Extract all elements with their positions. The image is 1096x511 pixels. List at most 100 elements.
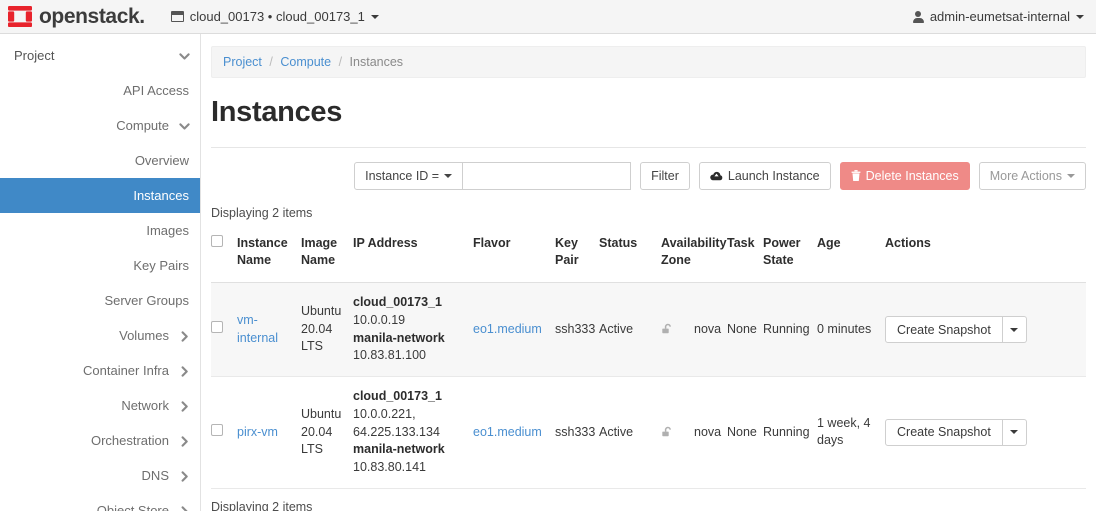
user-menu[interactable]: admin-eumetsat-internal (912, 9, 1084, 24)
create-snapshot-button[interactable]: Create Snapshot (885, 316, 1003, 343)
more-actions-label: More Actions (989, 169, 1062, 183)
delete-instances-button[interactable]: Delete Instances (839, 162, 970, 190)
sidebar-item-label: Container Infra (83, 363, 169, 378)
row-checkbox[interactable] (211, 320, 223, 333)
select-all-header (211, 229, 237, 283)
main-content: Project / Compute / Instances Instances … (201, 34, 1096, 511)
header-ip-address[interactable]: IP Address (353, 229, 473, 283)
ip-network-1-name: cloud_00173_1 (353, 389, 442, 403)
header-task[interactable]: Task (727, 229, 763, 283)
cell-key-pair: ssh333 (555, 282, 599, 377)
cell-age: 1 week, 4 days (817, 376, 885, 489)
header-power-state[interactable]: Power State (763, 229, 817, 283)
cell-age: 0 minutes (817, 282, 885, 377)
openstack-brand[interactable]: openstack. (8, 6, 145, 27)
instances-table: Instance Name Image Name IP Address Flav… (211, 229, 1086, 489)
header-key-pair[interactable]: Key Pair (555, 229, 599, 283)
cell-power-state: Running (763, 376, 817, 489)
table-row[interactable]: vm-internal Ubuntu 20.04 LTS cloud_00173_1… (211, 282, 1086, 377)
ip-network-2-address: 10.83.81.100 (353, 348, 426, 363)
chevron-down-icon (1010, 430, 1019, 435)
table-row[interactable]: pirx-vm Ubuntu 20.04 LTS cloud_00173_1 10.0… (211, 376, 1086, 489)
chevron-down-icon (179, 51, 190, 61)
sidebar-item-label: Instances (133, 188, 189, 203)
filter-field-label: Instance ID = (365, 169, 440, 183)
unlock-icon (661, 323, 674, 336)
instances-table-container: Displaying 2 items Instance Name Image N… (211, 206, 1086, 511)
breadcrumb-separator: / (338, 55, 343, 69)
select-all-checkbox[interactable] (211, 235, 223, 247)
sidebar-item-network[interactable]: Network (0, 388, 200, 423)
sidebar-item-images[interactable]: Images (0, 213, 200, 248)
row-actions-dropdown-toggle[interactable] (1002, 316, 1027, 343)
sidebar-item-key-pairs[interactable]: Key Pairs (0, 248, 200, 283)
sidebar-item-container-infra[interactable]: Container Infra (0, 353, 200, 388)
header-status[interactable]: Status (599, 229, 661, 283)
cell-lock-state (661, 282, 694, 377)
sidebar-item-orchestration[interactable]: Orchestration (0, 423, 200, 458)
cell-image-name: Ubuntu 20.04 LTS (301, 282, 353, 377)
cell-task: None (727, 376, 763, 489)
row-action-group: Create Snapshot (885, 418, 1027, 446)
chevron-right-icon (179, 365, 189, 377)
create-snapshot-button[interactable]: Create Snapshot (885, 418, 1003, 446)
sidebar-item-project[interactable]: Project (0, 38, 200, 73)
header-availability-zone[interactable]: Availability Zone (661, 229, 727, 283)
sidebar-item-compute[interactable]: Compute (0, 108, 200, 143)
title-divider (211, 147, 1086, 148)
flavor-link[interactable]: eo1.medium (473, 322, 542, 336)
chevron-down-icon (370, 14, 379, 19)
flavor-link[interactable]: eo1.medium (473, 425, 542, 439)
cell-ip-address: cloud_00173_1 10.0.0.19 manila-network 10.8… (353, 282, 473, 377)
table-body: vm-internal Ubuntu 20.04 LTS cloud_00173_1… (211, 282, 1086, 489)
sidebar-item-object-store[interactable]: Object Store (0, 493, 200, 511)
sidebar-item-api-access[interactable]: API Access (0, 73, 200, 108)
sidebar-item-label: Server Groups (104, 293, 189, 308)
more-actions-button[interactable]: More Actions (978, 162, 1086, 190)
cell-actions: Create Snapshot (885, 282, 1086, 377)
header-age[interactable]: Age (817, 229, 885, 283)
chevron-down-icon (1067, 174, 1075, 178)
row-actions-dropdown-toggle[interactable] (1002, 418, 1027, 446)
breadcrumb-item-project[interactable]: Project (223, 55, 262, 69)
instance-name-link[interactable]: vm-internal (237, 313, 278, 345)
unlock-icon (661, 426, 674, 439)
breadcrumb-item-compute[interactable]: Compute (280, 55, 331, 69)
project-selector-label: cloud_00173 • cloud_00173_1 (189, 9, 365, 24)
cell-status: Active (599, 282, 661, 377)
header-instance-name[interactable]: Instance Name (237, 229, 301, 283)
cell-task: None (727, 282, 763, 377)
sidebar-item-dns[interactable]: DNS (0, 458, 200, 493)
header-image-name[interactable]: Image Name (301, 229, 353, 283)
chevron-right-icon (179, 400, 189, 412)
project-icon (170, 11, 184, 22)
filter-search-input[interactable] (463, 162, 632, 190)
filter-button[interactable]: Filter (640, 162, 690, 190)
sidebar-item-label: Key Pairs (133, 258, 189, 273)
project-selector[interactable]: cloud_00173 • cloud_00173_1 (170, 9, 379, 24)
sidebar-item-overview[interactable]: Overview (0, 143, 200, 178)
breadcrumb-item-instances: Instances (349, 55, 404, 69)
row-checkbox[interactable] (211, 423, 223, 436)
launch-instance-button[interactable]: Launch Instance (698, 162, 831, 190)
cell-actions: Create Snapshot (885, 376, 1086, 489)
user-menu-label: admin-eumetsat-internal (929, 9, 1070, 24)
displaying-count-bottom: Displaying 2 items (211, 499, 313, 511)
sidebar-item-server-groups[interactable]: Server Groups (0, 283, 200, 318)
instance-name-link[interactable]: pirx-vm (237, 425, 278, 439)
cell-power-state: Running (763, 282, 817, 377)
sidebar-item-label: Volumes (119, 328, 169, 343)
chevron-right-icon (179, 435, 189, 447)
header-flavor[interactable]: Flavor (473, 229, 555, 283)
cell-image-name: Ubuntu 20.04 LTS (301, 376, 353, 489)
row-select-cell (211, 282, 237, 377)
breadcrumb-separator: / (269, 55, 273, 69)
sidebar-item-instances[interactable]: Instances (0, 178, 200, 213)
trash-icon (851, 170, 861, 182)
sidebar-item-label: Object Store (96, 503, 169, 511)
row-action-group: Create Snapshot (885, 316, 1027, 343)
table-header-row: Instance Name Image Name IP Address Flav… (211, 229, 1086, 283)
sidebar-item-volumes[interactable]: Volumes (0, 318, 200, 353)
ip-network-2-name: manila-network (353, 330, 445, 345)
filter-field-select[interactable]: Instance ID = (354, 162, 464, 190)
